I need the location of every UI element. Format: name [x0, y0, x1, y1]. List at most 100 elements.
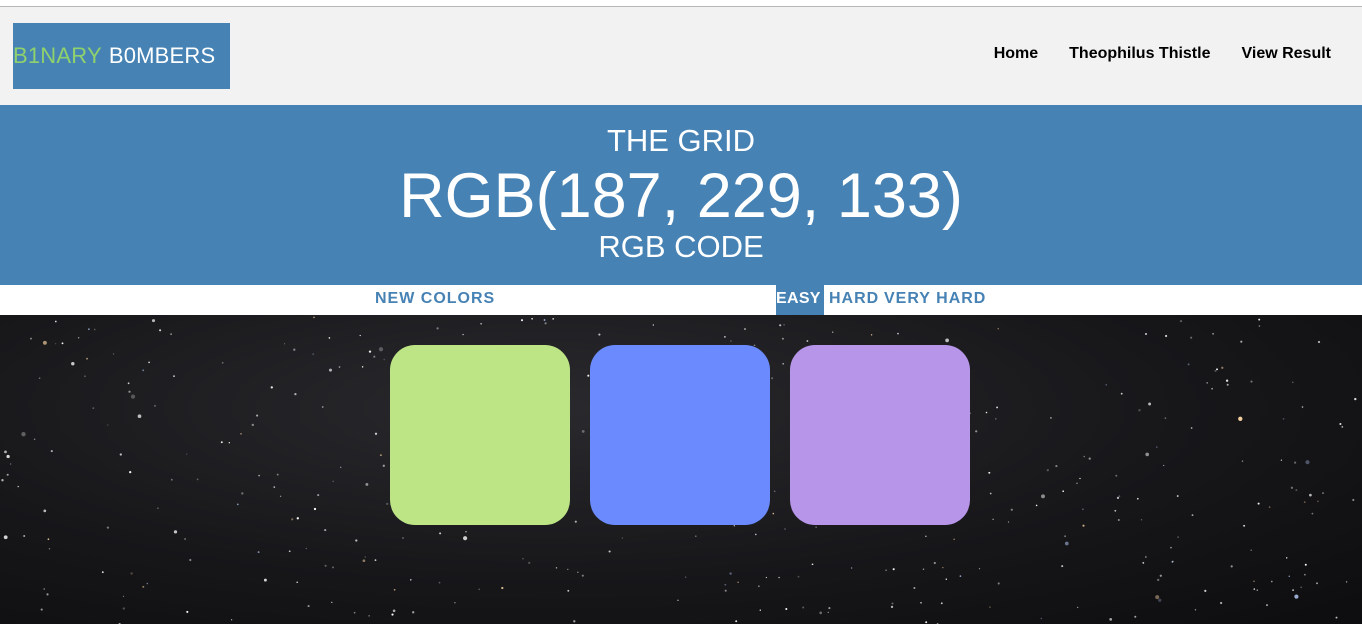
star [1088, 457, 1091, 460]
star [48, 548, 51, 550]
star [127, 382, 130, 385]
star [975, 430, 978, 433]
star [891, 602, 894, 605]
star [258, 474, 260, 477]
star [1214, 369, 1217, 372]
star [328, 337, 331, 339]
star [994, 418, 997, 420]
star [782, 362, 785, 365]
star [828, 607, 831, 610]
star [959, 575, 962, 577]
star [1165, 334, 1168, 338]
nav-user-link[interactable]: Theophilus Thistle [1069, 45, 1210, 63]
star [324, 564, 327, 567]
star [729, 572, 732, 575]
star [50, 450, 53, 453]
star [130, 572, 133, 575]
star [997, 582, 1000, 585]
new-colors-button[interactable]: NEW COLORS [375, 285, 495, 315]
easy-mode-button[interactable]: EASY [776, 285, 824, 315]
star [393, 588, 396, 591]
star [1170, 546, 1172, 549]
star [811, 563, 814, 566]
star [1109, 618, 1113, 621]
star [1163, 464, 1165, 467]
star [581, 574, 584, 577]
star [1079, 477, 1081, 480]
star [1046, 469, 1049, 472]
star [1040, 617, 1043, 620]
star [922, 568, 925, 570]
star [184, 538, 186, 540]
star [1303, 501, 1306, 503]
star [1164, 417, 1167, 419]
star [1304, 563, 1307, 566]
very-hard-mode-button[interactable]: VERY HARD [884, 285, 986, 315]
star [730, 340, 732, 342]
color-square[interactable] [790, 345, 970, 525]
star [989, 492, 992, 495]
star [677, 599, 679, 601]
star [925, 621, 928, 624]
star [754, 533, 757, 536]
star [819, 611, 823, 615]
hard-mode-button[interactable]: HARD [829, 285, 879, 315]
star [1216, 368, 1218, 371]
star [6, 473, 9, 476]
star [23, 534, 26, 538]
star [402, 537, 404, 539]
star [942, 566, 944, 569]
star [1190, 336, 1193, 339]
star [913, 587, 916, 589]
star [1253, 588, 1256, 590]
star [1115, 474, 1118, 477]
star [465, 531, 467, 533]
star [581, 429, 585, 433]
star [1300, 586, 1303, 589]
nav-view-result-link[interactable]: View Result [1241, 45, 1331, 63]
star [307, 605, 310, 608]
star [263, 578, 267, 582]
star [806, 340, 809, 342]
star [772, 512, 775, 515]
star [338, 366, 341, 368]
star [86, 357, 88, 360]
star [1241, 460, 1244, 462]
nav-links: Home Theophilus Thistle View Result [994, 45, 1362, 63]
star [130, 394, 136, 399]
star [296, 517, 299, 520]
logo[interactable]: B1NARY B0MBERS [13, 23, 230, 89]
star [733, 525, 735, 527]
star [1339, 422, 1342, 426]
star [220, 441, 223, 444]
star [1172, 560, 1174, 563]
star [608, 550, 611, 553]
star [1157, 578, 1160, 582]
game-title: THE GRID [606, 123, 756, 158]
star [331, 566, 335, 569]
star [83, 375, 86, 378]
star [1041, 494, 1045, 499]
star [1145, 452, 1150, 457]
star [293, 348, 296, 351]
star [1295, 489, 1298, 492]
star [528, 561, 531, 565]
star [240, 433, 242, 435]
star [996, 406, 999, 409]
star [1177, 536, 1179, 538]
star [331, 601, 333, 604]
star [410, 579, 412, 581]
color-square[interactable] [590, 345, 770, 525]
nav-home-link[interactable]: Home [994, 45, 1038, 63]
star [480, 323, 482, 325]
star [870, 334, 873, 336]
color-square[interactable] [390, 345, 570, 525]
star [1155, 595, 1160, 600]
star [1062, 490, 1065, 493]
star [1341, 426, 1344, 428]
star [42, 340, 47, 345]
star [985, 411, 988, 414]
star [940, 602, 943, 605]
star [439, 532, 442, 535]
star [38, 377, 41, 380]
